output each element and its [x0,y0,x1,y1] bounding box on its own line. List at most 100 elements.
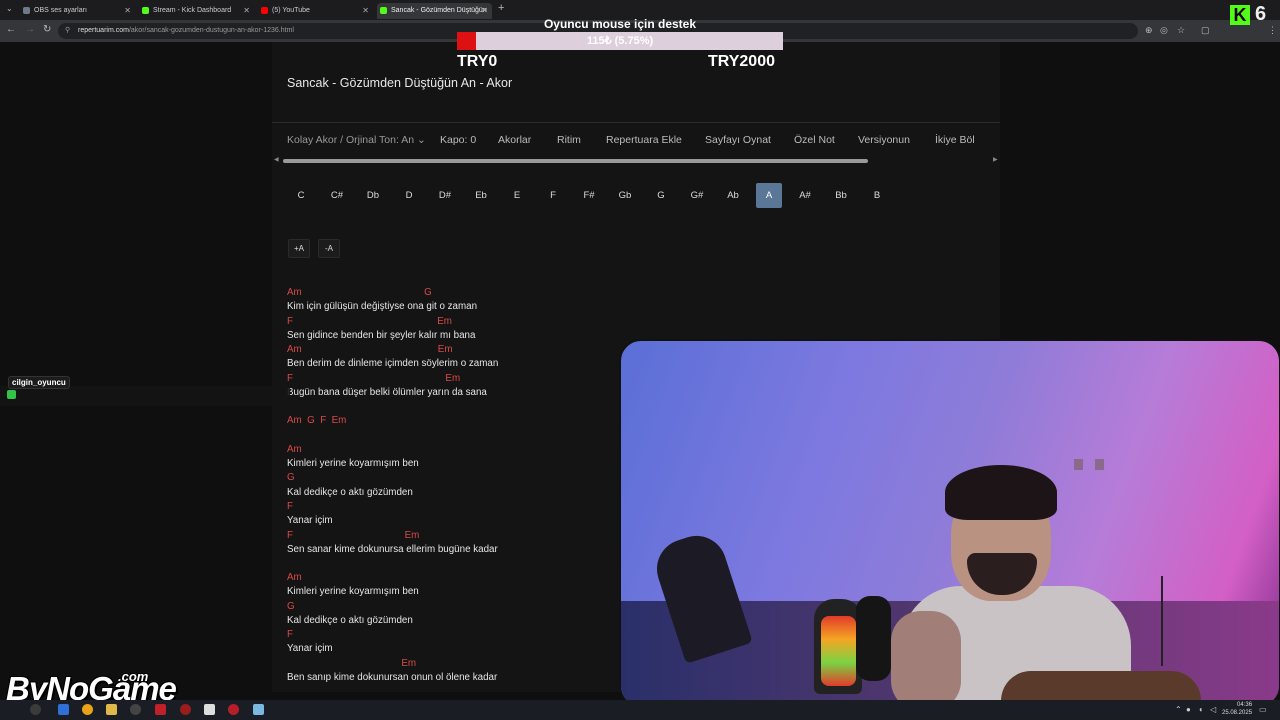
lyric-line: Yanar içim [287,643,333,654]
add-to-repertoire-button[interactable]: Repertuara Ekle [606,134,682,146]
lyric-line: Kim için gülüşün değiştiyse ona git o za… [287,301,478,312]
divider [272,122,1000,123]
reload-icon[interactable]: ↻ [43,24,51,35]
microphone-tray-icon[interactable]: ● [1186,705,1191,714]
tab-search-icon[interactable]: ⌄ [6,4,13,13]
chord-line[interactable]: Am [287,444,302,455]
chord-line[interactable]: Am G F Em [287,415,346,426]
key-button[interactable]: A# [792,183,818,208]
forward-icon[interactable]: → [25,24,35,35]
key-button[interactable]: D [396,183,422,208]
scroll-left-icon[interactable]: ◀ [274,156,279,163]
tab-obs[interactable]: OBS ses ayarları ✕ [20,3,135,19]
donation-max-label: TRY2000 [708,53,775,70]
capo-button[interactable]: Kapo: 0 [440,134,476,146]
key-button[interactable]: Ab [720,183,746,208]
song-toolbar: Kolay Akor / Orjinal Ton: An ⌄ Kapo: 0 A… [272,130,1000,152]
lyric-line: Bugün bana düşer belki ölümler yarın da … [287,387,487,398]
zoom-icon[interactable]: ⊕ [1145,25,1153,36]
lyric-line: Yanar içim [287,515,333,526]
key-button[interactable]: B [864,183,890,208]
font-increase-button[interactable]: +A [288,239,310,258]
key-button[interactable]: F# [576,183,602,208]
versions-button[interactable]: Versiyonun [858,134,910,146]
donation-title: Oyuncu mouse için destek [543,17,697,31]
lyric-line: Kimleri yerine koyarmışım ben [287,586,419,597]
viewer-count: 6 [1255,3,1267,25]
folder-icon[interactable] [106,704,117,715]
edge-icon[interactable] [58,704,69,715]
chord-line[interactable]: F Em [287,373,460,384]
steam-icon[interactable] [204,704,215,715]
chord-line[interactable]: F [287,501,293,512]
scroll-right-icon[interactable]: ▶ [993,156,998,163]
game-icon[interactable] [228,704,239,715]
extensions-icon[interactable]: ▢ [1201,25,1210,36]
key-button[interactable]: C [288,183,314,208]
volume-icon[interactable]: ◁ [1210,705,1216,714]
chord-line[interactable]: F [287,629,293,640]
notes-icon[interactable] [253,704,264,715]
eye-off-icon[interactable]: ◎ [1160,25,1168,36]
tray-chevron-icon[interactable]: ⌃ [1175,705,1182,714]
obs-tab-icon [23,7,30,14]
streamer-hair [945,465,1057,520]
network-icon[interactable]: ◐ [1199,705,1204,714]
key-button[interactable]: F [540,183,566,208]
app-icon[interactable] [155,704,166,715]
lyric-line: Sen sanar kime dokunursa ellerim bugüne … [287,544,498,555]
tab-kick-dashboard[interactable]: Stream - Kick Dashboard ✕ [139,3,254,19]
key-button[interactable]: Db [360,183,386,208]
play-page-button[interactable]: Sayfayı Oynat [705,134,771,146]
chord-line[interactable]: G [287,601,295,612]
site-info-icon[interactable]: ⚲ [65,23,70,39]
key-button[interactable]: A [756,183,782,208]
chords-button[interactable]: Akorlar [498,134,531,146]
notification-icon[interactable]: ▭ [1259,705,1267,714]
chrome-icon[interactable] [82,704,93,715]
clock-time: 04:36 [1237,702,1253,708]
key-button[interactable]: E [504,183,530,208]
obs-icon[interactable] [130,704,141,715]
lyric-line: Ben sanıp kime dokunursan onun ol ölene … [287,672,498,683]
microphone [856,596,891,681]
key-button[interactable]: Bb [828,183,854,208]
key-button[interactable]: G# [684,183,710,208]
tab-title: Sancak - Gözümden Düştüğün [391,7,487,14]
close-tab-icon[interactable]: ✕ [124,3,131,19]
taskbar-clock[interactable]: 04:36 25.08.2025 [1222,701,1252,717]
key-button[interactable]: C# [324,183,350,208]
lyric-line: Sen gidince benden bir şeyler kalır mı b… [287,330,476,341]
new-tab-button[interactable]: + [498,2,504,14]
lyric-line: Kal dedikçe o aktı gözümden [287,615,413,626]
close-tab-icon[interactable]: ✕ [362,3,369,19]
rgb-speaker-light [821,616,856,686]
chat-username: cilgin_oyuncu [8,376,70,389]
chord-line[interactable]: Am Em [287,344,453,355]
bookmark-star-icon[interactable]: ☆ [1177,25,1185,36]
opera-icon[interactable] [180,704,191,715]
tone-select[interactable]: Kolay Akor / Orjinal Ton: An ⌄ [287,134,426,146]
toolbar-scrollbar[interactable] [283,159,868,163]
chat-message-row [0,386,290,406]
key-button[interactable]: G [648,183,674,208]
chord-line[interactable]: F Em [287,530,419,541]
tab-youtube[interactable]: (5) YouTube ✕ [258,3,373,19]
key-button[interactable]: Eb [468,183,494,208]
split-button[interactable]: İkiye Böl [935,134,975,146]
chord-line[interactable]: G [287,472,295,483]
chord-line[interactable]: Em [287,658,416,669]
close-tab-icon[interactable]: ✕ [243,3,250,19]
key-selector: C C# Db D D# Eb E F F# Gb G G# Ab A A# Bb B [272,183,1000,209]
chord-line[interactable]: Am [287,572,302,583]
search-icon[interactable] [30,704,41,715]
chord-line[interactable]: F Em [287,316,452,327]
font-decrease-button[interactable]: -A [318,239,340,258]
menu-icon[interactable]: ⋮ [1268,25,1277,36]
private-note-button[interactable]: Özel Not [794,134,835,146]
key-button[interactable]: Gb [612,183,638,208]
key-button[interactable]: D# [432,183,458,208]
rhythm-button[interactable]: Ritim [557,134,581,146]
back-icon[interactable]: ← [6,24,16,35]
chord-line[interactable]: Am G [287,287,432,298]
